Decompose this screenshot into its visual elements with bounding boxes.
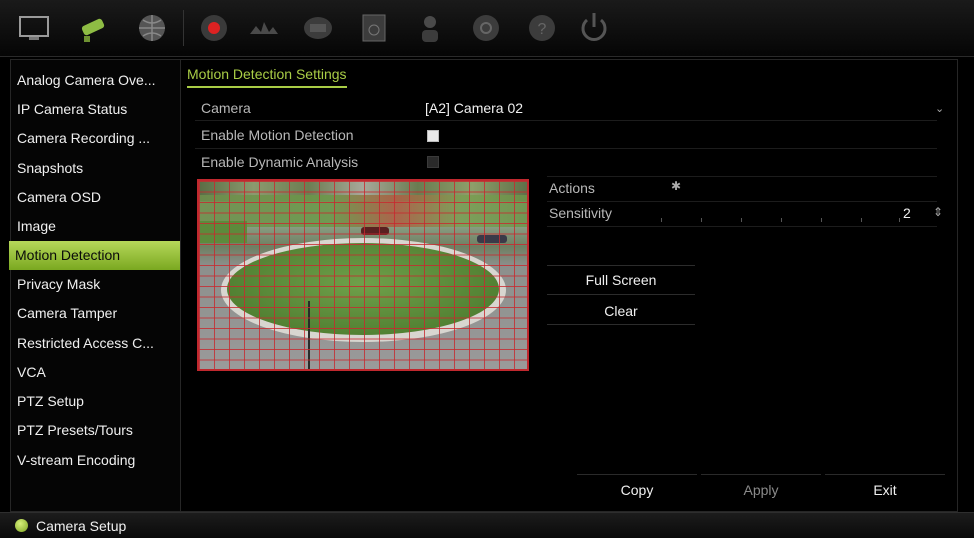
motion-detection-grid[interactable]: [199, 181, 527, 369]
device-icon[interactable]: [298, 8, 338, 48]
sidebar-item-vca[interactable]: VCA: [11, 358, 181, 387]
apply-button[interactable]: Apply: [701, 474, 821, 505]
gear-icon[interactable]: ✱: [671, 179, 681, 193]
sidebar-item-image[interactable]: Image: [11, 212, 181, 241]
status-icon: [15, 519, 28, 532]
main-panel: Motion Detection Settings Camera [A2] Ca…: [180, 59, 958, 512]
divider: [547, 176, 937, 177]
system-icon[interactable]: [466, 8, 506, 48]
camera-icon[interactable]: [74, 8, 114, 48]
sidebar-item-camera-osd[interactable]: Camera OSD: [11, 183, 181, 212]
sidebar-item-camera-recording[interactable]: Camera Recording ...: [11, 124, 181, 153]
exit-button[interactable]: Exit: [825, 474, 945, 505]
alarm-icon[interactable]: [244, 8, 284, 48]
enable-motion-detection-checkbox[interactable]: [427, 130, 439, 142]
clear-button[interactable]: Clear: [547, 298, 695, 325]
motion-grid-preview[interactable]: [197, 179, 529, 371]
status-text: Camera Setup: [36, 518, 127, 534]
sidebar: Analog Camera Ove... IP Camera Status Ca…: [9, 59, 183, 512]
recording-icon[interactable]: [194, 8, 234, 48]
help-icon[interactable]: ?: [522, 8, 562, 48]
monitor-icon[interactable]: [14, 8, 54, 48]
sidebar-item-restricted-access[interactable]: Restricted Access C...: [11, 329, 181, 358]
sidebar-item-motion-detection[interactable]: Motion Detection: [9, 241, 183, 270]
divider: [195, 148, 937, 149]
network-icon[interactable]: [132, 8, 172, 48]
divider: [547, 201, 937, 202]
enable-motion-detection-label: Enable Motion Detection: [201, 127, 354, 143]
divider: [195, 120, 937, 121]
actions-label: Actions: [549, 180, 595, 196]
storage-icon[interactable]: [354, 8, 394, 48]
top-toolbar: ?: [0, 0, 974, 57]
sidebar-item-ip-camera-status[interactable]: IP Camera Status: [11, 95, 181, 124]
user-icon[interactable]: [410, 8, 450, 48]
sidebar-item-privacy-mask[interactable]: Privacy Mask: [11, 270, 181, 299]
copy-button[interactable]: Copy: [577, 474, 697, 505]
chevron-down-icon[interactable]: ⌄: [935, 102, 944, 115]
sidebar-item-ptz-presets-tours[interactable]: PTZ Presets/Tours: [11, 416, 181, 445]
camera-label: Camera: [201, 100, 251, 116]
sensitivity-value: 2: [903, 205, 911, 221]
status-bar: Camera Setup: [0, 512, 974, 538]
enable-dynamic-analysis-checkbox[interactable]: [427, 156, 439, 168]
camera-select[interactable]: [A2] Camera 02: [425, 100, 523, 116]
divider: [547, 226, 937, 227]
power-icon[interactable]: [574, 8, 614, 48]
sensitivity-label: Sensitivity: [549, 205, 613, 221]
toolbar-separator: [183, 10, 184, 46]
full-screen-button[interactable]: Full Screen: [547, 265, 695, 295]
sidebar-item-camera-tamper[interactable]: Camera Tamper: [11, 299, 181, 328]
sidebar-item-ptz-setup[interactable]: PTZ Setup: [11, 387, 181, 416]
enable-dynamic-analysis-label: Enable Dynamic Analysis: [201, 154, 359, 170]
svg-text:?: ?: [538, 21, 547, 38]
stepper-icon[interactable]: ⇕: [933, 205, 943, 219]
tab-motion-detection-settings[interactable]: Motion Detection Settings: [187, 66, 347, 88]
sidebar-item-snapshots[interactable]: Snapshots: [11, 154, 181, 183]
sidebar-item-analog-camera-overview[interactable]: Analog Camera Ove...: [11, 66, 181, 95]
sidebar-item-v-stream-encoding[interactable]: V-stream Encoding: [11, 446, 181, 475]
